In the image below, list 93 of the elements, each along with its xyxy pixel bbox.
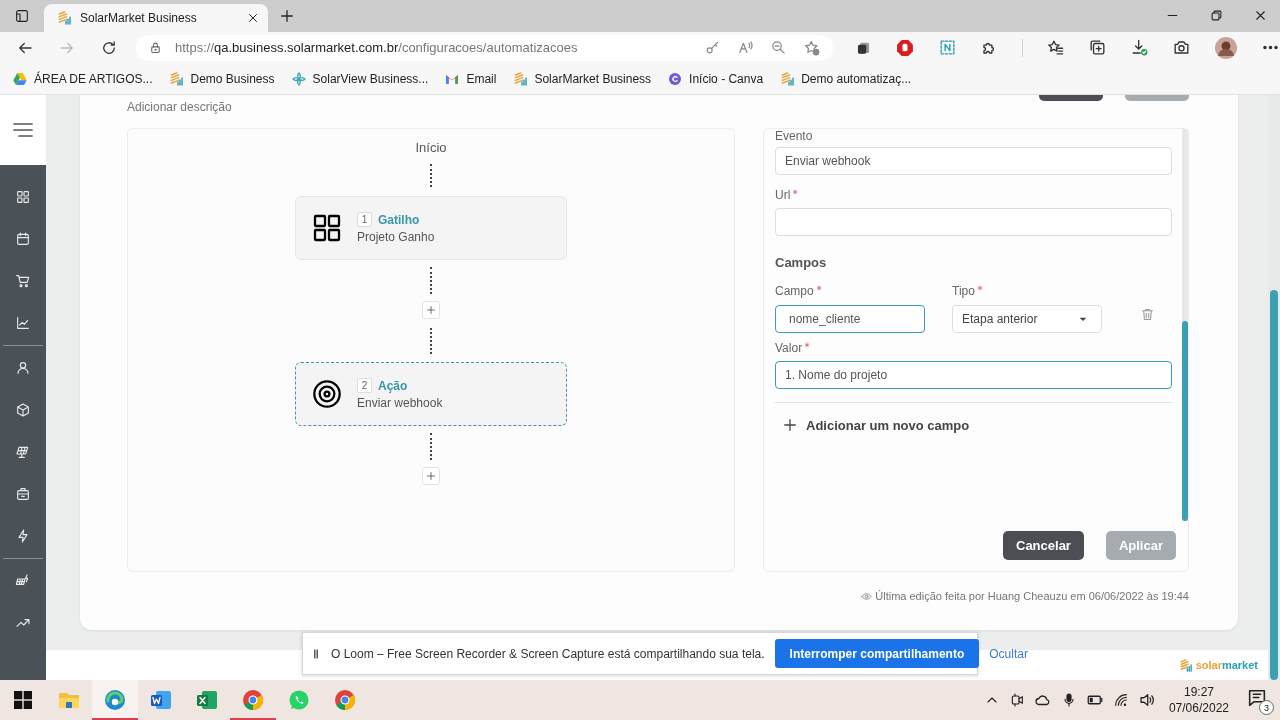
browser-icon (333, 688, 357, 712)
section-title: Campos (775, 255, 828, 270)
cube-icon[interactable] (15, 402, 31, 418)
plus-icon (781, 416, 799, 434)
document-app-icon (149, 688, 173, 712)
zoom-out-icon[interactable] (770, 38, 787, 56)
bolt-icon[interactable] (15, 528, 31, 544)
browser-icon (103, 688, 127, 712)
volume-icon[interactable] (1137, 691, 1156, 709)
field-label: Tipo (952, 284, 975, 298)
notifications-icon[interactable] (1246, 687, 1268, 709)
wifi-icon[interactable] (1112, 692, 1129, 708)
favorites-icon[interactable] (1046, 38, 1065, 57)
bookmark[interactable]: Email (444, 70, 497, 87)
scrollbar[interactable] (1182, 129, 1188, 521)
type-dropdown[interactable]: Etapa anterior (952, 305, 1102, 333)
avatar-icon[interactable] (1214, 35, 1238, 60)
browser-tab[interactable]: SolarMarket Business (44, 4, 268, 32)
field-name-input[interactable]: nome_cliente (775, 305, 925, 333)
step-number: 1 (357, 212, 372, 227)
tab-actions-icon[interactable] (14, 8, 30, 24)
stop-sharing-button[interactable]: Interromper compartilhamento (774, 639, 980, 668)
cancel-button[interactable]: Cancelar (1003, 531, 1084, 560)
store-icon[interactable] (15, 486, 31, 502)
download-icon[interactable] (1130, 38, 1149, 57)
add-favorite-icon[interactable] (803, 38, 821, 57)
stripes-logo-icon (779, 70, 796, 87)
refresh-icon[interactable] (100, 38, 118, 57)
plus-icon (425, 304, 437, 316)
flow-node[interactable]: 1 Gatilho Projeto Ganho (295, 196, 567, 260)
calendar-icon[interactable] (15, 231, 31, 247)
lock-icon (148, 40, 163, 55)
bookmark[interactable]: ÁREA DE ARTIGOS... (12, 70, 153, 87)
node-title: Ação (378, 378, 408, 393)
target-icon (311, 378, 343, 410)
flow-node[interactable]: 2 Ação Enviar webhook (295, 362, 567, 426)
node-title: Gatilho (378, 212, 420, 227)
flower-icon (290, 70, 307, 87)
add-field-button[interactable]: Adicionar um novo campo (781, 416, 1172, 434)
collections-icon[interactable] (1088, 38, 1107, 57)
bookmark[interactable]: Demo Business (168, 70, 275, 87)
logo-icon (1177, 657, 1193, 673)
bookmark[interactable]: SolarMarket Business (512, 70, 652, 87)
last-edit-note: Última edição feita por Huang Cheauzu em 06/06/2022 às 19:44 (875, 590, 1189, 602)
field-label: Url (775, 188, 791, 202)
bookmark[interactable]: SolarView Business... (290, 70, 429, 87)
notification-count: 3 (1259, 700, 1274, 715)
field-label: Valor (775, 341, 803, 355)
chart-icon[interactable] (15, 315, 31, 331)
hide-link[interactable]: Ocultar (989, 646, 1028, 661)
sharing-message: O Loom – Free Screen Recorder & Screen Capture está compartilhando sua tela. (331, 646, 765, 661)
trash-icon[interactable] (1140, 307, 1155, 322)
user-icon[interactable] (15, 360, 31, 376)
solar-panel-icon[interactable] (15, 444, 31, 460)
plus-icon (425, 470, 437, 482)
spreadsheet-app-icon (195, 688, 219, 712)
bookmark[interactable]: Início - Canva (667, 70, 764, 87)
value-field[interactable]: 1. Nome do projeto (775, 361, 1172, 389)
browser-icon (241, 688, 265, 712)
button-edge[interactable] (1039, 95, 1103, 101)
scrollbar[interactable] (1268, 95, 1280, 680)
read-aloud-icon[interactable] (737, 38, 754, 56)
triangle-logo-icon (12, 70, 28, 87)
url-field[interactable] (775, 208, 1172, 236)
description-link[interactable]: Adicionar descrição (127, 100, 232, 114)
eye-icon (861, 590, 873, 602)
new-tab-icon[interactable] (278, 7, 296, 25)
clock[interactable]: 19:27 07/06/2022 (1168, 684, 1229, 716)
windows-icon (11, 688, 35, 712)
stop-hand-icon[interactable] (895, 37, 915, 58)
favicon-icon (56, 10, 72, 26)
restore-icon[interactable] (1209, 8, 1224, 23)
stripes-logo-icon (512, 70, 529, 87)
start-label: Início (415, 140, 447, 155)
close-icon[interactable] (1253, 8, 1268, 23)
bookmark[interactable]: Demo automatizaç... (779, 70, 912, 87)
grid-icon[interactable] (15, 189, 31, 205)
cart-icon[interactable] (15, 273, 31, 289)
close-icon[interactable] (246, 11, 260, 25)
camera-icon[interactable] (1172, 38, 1191, 57)
logo-text: solarmarket (1195, 659, 1258, 671)
node-subtitle: Projeto Ganho (357, 230, 435, 244)
step-number: 2 (357, 378, 372, 393)
field-label: Evento (775, 129, 813, 143)
grid-icon (311, 212, 343, 244)
node-subtitle: Enviar webhook (357, 396, 443, 410)
extension-icon[interactable] (938, 38, 957, 57)
chat-app-icon (287, 688, 311, 712)
circle-logo-icon (667, 70, 684, 87)
event-field[interactable]: Enviar webhook (775, 147, 1172, 175)
field-label: Campo (775, 284, 814, 298)
stripes-logo-icon (168, 70, 185, 87)
address-bar[interactable]: https://qa.business.solarmarket.com.br/configuracoes/automatizacoes (136, 34, 833, 61)
